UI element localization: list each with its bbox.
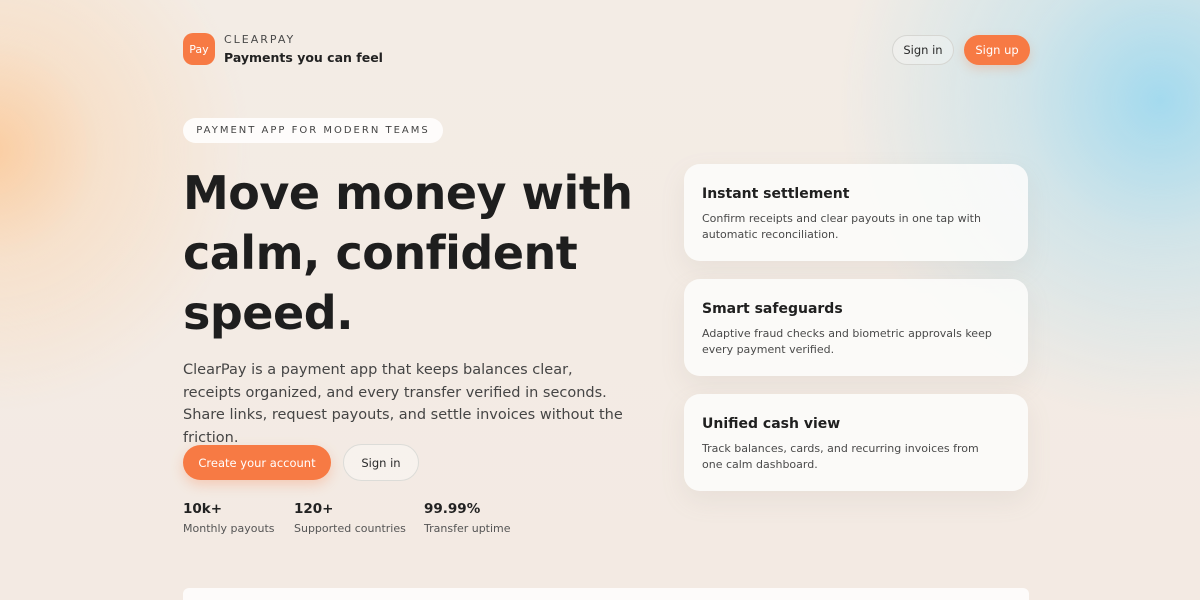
stat-label: Transfer uptime bbox=[424, 522, 511, 535]
brand-tagline: Payments you can feel bbox=[224, 50, 383, 65]
hero-title-line: speed. bbox=[183, 286, 354, 340]
feature-title: Smart safeguards bbox=[702, 301, 843, 317]
brand-name: CLEARPAY bbox=[224, 33, 296, 46]
site-header: Pay CLEARPAY Payments you can feel Sign … bbox=[183, 33, 1030, 67]
stat-value: 10k+ bbox=[183, 501, 223, 517]
create-account-button[interactable]: Create your account bbox=[183, 445, 331, 480]
stat-supported-countries: 120+ Supported countries bbox=[294, 501, 406, 535]
feature-card-unified-cash-view: Unified cash view Track balances, cards,… bbox=[684, 394, 1028, 491]
hero-title-line: Move money with bbox=[183, 166, 633, 220]
hero-tagline-pill: PAYMENT APP FOR MODERN TEAMS bbox=[183, 118, 443, 143]
feature-description: Confirm receipts and clear payouts in on… bbox=[702, 212, 981, 241]
stat-label: Supported countries bbox=[294, 522, 406, 535]
header-sign-in-button[interactable]: Sign in bbox=[892, 35, 954, 65]
stat-monthly-payouts: 10k+ Monthly payouts bbox=[183, 501, 275, 535]
hero-title: Move money with calm, confident speed. bbox=[183, 163, 653, 343]
hero-description: ClearPay is a payment app that keeps bal… bbox=[183, 362, 623, 446]
stat-label: Monthly payouts bbox=[183, 522, 275, 535]
feature-title: Unified cash view bbox=[702, 416, 841, 432]
feature-card-instant-settlement: Instant settlement Confirm receipts and … bbox=[684, 164, 1028, 261]
stat-value: 99.99% bbox=[424, 501, 481, 517]
bottom-section-panel bbox=[183, 588, 1029, 600]
feature-title: Instant settlement bbox=[702, 186, 850, 202]
header-sign-up-button[interactable]: Sign up bbox=[964, 35, 1030, 65]
feature-description: Track balances, cards, and recurring inv… bbox=[702, 442, 979, 471]
brand-logo[interactable]: Pay bbox=[183, 33, 215, 65]
feature-description: Adaptive fraud checks and biometric appr… bbox=[702, 327, 992, 356]
stat-value: 120+ bbox=[294, 501, 334, 517]
hero-title-line: calm, confident bbox=[183, 226, 578, 280]
stat-transfer-uptime: 99.99% Transfer uptime bbox=[424, 501, 511, 535]
hero-sign-in-button[interactable]: Sign in bbox=[343, 444, 419, 481]
feature-card-smart-safeguards: Smart safeguards Adaptive fraud checks a… bbox=[684, 279, 1028, 376]
